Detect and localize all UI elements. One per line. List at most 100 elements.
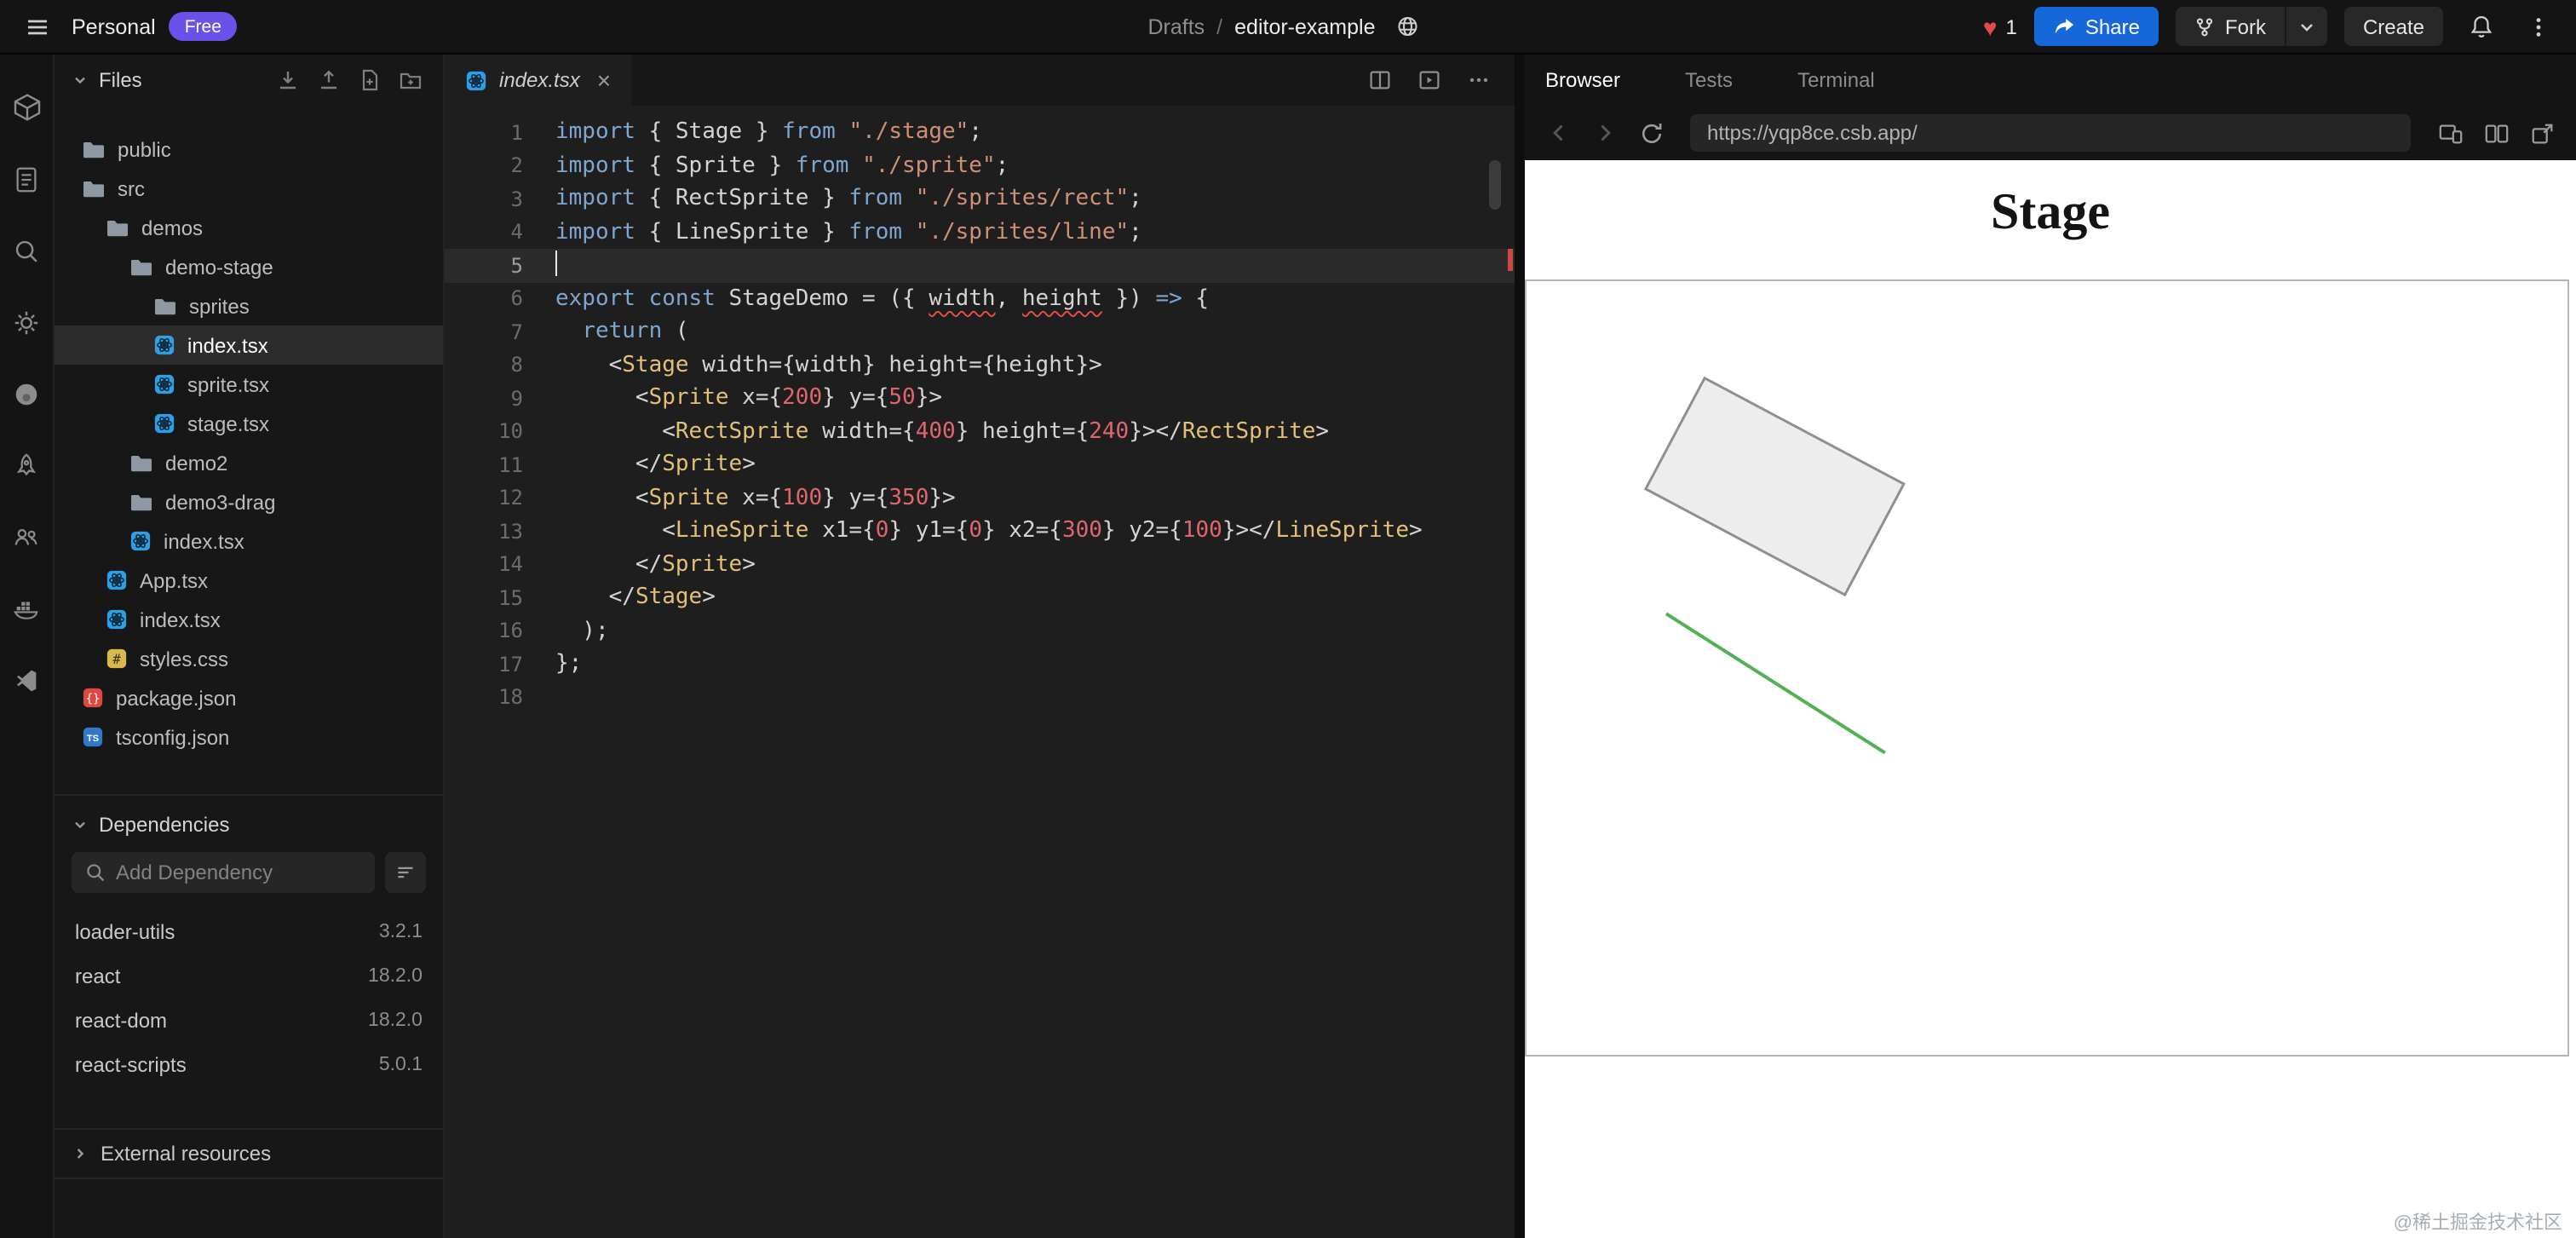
new-folder-icon[interactable]: [395, 65, 426, 95]
code-line[interactable]: 2 import { Sprite } from "./sprite";: [445, 149, 1515, 182]
code-line[interactable]: 9 <Sprite x={200} y={50}>: [445, 382, 1515, 415]
tree-file[interactable]: index.tsx: [55, 600, 443, 639]
code-line[interactable]: 3 import { RectSprite } from "./sprites/r…: [445, 182, 1515, 216]
split-editor-icon[interactable]: [1368, 68, 1392, 92]
tab-browser[interactable]: Browser: [1545, 68, 1620, 92]
download-icon[interactable]: [273, 65, 303, 95]
file-name: src: [118, 176, 145, 200]
codesandbox-logo-icon[interactable]: [0, 72, 54, 143]
code-line[interactable]: 8 <Stage width={width} height={height}>: [445, 348, 1515, 382]
code-line[interactable]: 11 </Sprite>: [445, 448, 1515, 481]
vscode-icon[interactable]: [0, 644, 54, 716]
code-area[interactable]: 1 import { Stage } from "./stage"; 2 import…: [445, 106, 1515, 714]
collaborators-icon[interactable]: [0, 501, 54, 573]
code-line[interactable]: 7 return (: [445, 315, 1515, 348]
code-line[interactable]: 16 );: [445, 614, 1515, 648]
chevron-down-icon[interactable]: [72, 815, 89, 832]
stage-canvas[interactable]: [1525, 279, 2569, 1057]
dependency-row[interactable]: react-dom 18.2.0: [55, 999, 443, 1043]
forward-icon[interactable]: [1588, 116, 1622, 150]
tree-folder[interactable]: public: [55, 130, 443, 169]
file-name: index.tsx: [164, 529, 244, 553]
tree-folder[interactable]: sprites: [55, 286, 443, 325]
code-line[interactable]: 17};: [445, 648, 1515, 681]
files-header: Files: [99, 68, 142, 92]
add-dependency-field[interactable]: [116, 861, 361, 884]
line-number: 6: [510, 286, 523, 311]
back-icon[interactable]: [1542, 116, 1576, 150]
code-line[interactable]: 4 import { LineSprite } from "./sprites/l…: [445, 216, 1515, 249]
sandbox-title[interactable]: editor-example: [1234, 14, 1375, 38]
tree-file[interactable]: index.tsx: [55, 325, 443, 365]
error-marker: [1507, 249, 1513, 271]
responsive-icon[interactable]: [2433, 116, 2467, 150]
docker-icon[interactable]: [0, 573, 54, 644]
tree-file[interactable]: TS tsconfig.json: [55, 717, 443, 757]
code-line[interactable]: 12 <Sprite x={100} y={350}>: [445, 481, 1515, 515]
text-cursor: [555, 250, 558, 277]
search-icon[interactable]: [0, 215, 54, 286]
code-line[interactable]: 6 export const StageDemo = ({ width, heig…: [445, 282, 1515, 315]
code-line[interactable]: 1 import { Stage } from "./stage";: [445, 116, 1515, 149]
create-button[interactable]: Create: [2343, 7, 2443, 46]
visibility-globe-icon[interactable]: [1388, 6, 1429, 47]
dependency-options-button[interactable]: [385, 852, 426, 893]
tree-file[interactable]: stage.tsx: [55, 404, 443, 443]
tree-folder[interactable]: demo-stage: [55, 247, 443, 286]
code-line[interactable]: 13 <LineSprite x1={0} y1={0} x2={300} y2…: [445, 515, 1515, 548]
close-tab-icon[interactable]: ×: [597, 68, 611, 92]
new-file-icon[interactable]: [354, 65, 385, 95]
share-button[interactable]: Share: [2033, 7, 2159, 46]
upload-icon[interactable]: [313, 65, 344, 95]
settings-icon[interactable]: [0, 286, 54, 358]
panel-resize-handle[interactable]: [1515, 55, 1525, 1238]
dependency-row[interactable]: react 18.2.0: [55, 954, 443, 999]
menu-icon[interactable]: [17, 6, 58, 47]
file-name: sprite.tsx: [187, 372, 270, 396]
line-number: 18: [498, 685, 523, 710]
tree-file[interactable]: sprite.tsx: [55, 365, 443, 404]
breadcrumb-folder[interactable]: Drafts: [1147, 14, 1205, 38]
dependency-row[interactable]: react-scripts 5.0.1: [55, 1043, 443, 1087]
tree-folder[interactable]: demo2: [55, 443, 443, 482]
open-preview-icon[interactable]: [1417, 68, 1441, 92]
notifications-bell-icon[interactable]: [2460, 6, 2501, 47]
editor-tab[interactable]: index.tsx ×: [445, 55, 632, 106]
app-window: Personal Free Drafts / editor-example ♥ …: [0, 0, 2576, 1238]
tree-file[interactable]: App.tsx: [55, 561, 443, 600]
split-view-icon[interactable]: [2479, 116, 2513, 150]
more-options-icon[interactable]: [2518, 6, 2559, 47]
line-number: 3: [510, 187, 523, 211]
external-resources-section[interactable]: External resources: [55, 1128, 443, 1179]
line-number: 17: [498, 652, 523, 677]
fork-menu-button[interactable]: [2286, 7, 2327, 46]
tree-file[interactable]: index.tsx: [55, 521, 443, 561]
github-icon[interactable]: [0, 358, 54, 429]
tree-folder[interactable]: src: [55, 169, 443, 208]
tree-folder[interactable]: demo3-drag: [55, 482, 443, 521]
tree-file[interactable]: {} package.json: [55, 678, 443, 717]
tree-folder[interactable]: demos: [55, 208, 443, 247]
dependency-row[interactable]: loader-utils 3.2.1: [55, 910, 443, 954]
code-line[interactable]: 10 <RectSprite width={400} height={240}>…: [445, 415, 1515, 448]
url-bar[interactable]: https://yqp8ce.csb.app/: [1690, 114, 2411, 152]
refresh-icon[interactable]: [1634, 116, 1668, 150]
tab-terminal[interactable]: Terminal: [1797, 68, 1875, 92]
code-line[interactable]: 14 </Sprite>: [445, 548, 1515, 581]
code-line[interactable]: 5: [445, 249, 1515, 282]
add-dependency-input[interactable]: [72, 852, 375, 893]
tab-tests[interactable]: Tests: [1685, 68, 1733, 92]
templates-icon[interactable]: [0, 143, 54, 215]
code-line[interactable]: 18: [445, 681, 1515, 714]
open-new-window-icon[interactable]: [2525, 116, 2559, 150]
fork-button[interactable]: Fork: [2175, 7, 2286, 46]
deployments-icon[interactable]: [0, 429, 54, 501]
workspace-name[interactable]: Personal: [72, 14, 156, 38]
tree-file[interactable]: # styles.css: [55, 639, 443, 678]
chevron-down-icon[interactable]: [72, 72, 89, 89]
code-line[interactable]: 15 </Stage>: [445, 581, 1515, 614]
editor-more-icon[interactable]: [1467, 68, 1491, 92]
line-number: 12: [498, 486, 523, 510]
likes-button[interactable]: ♥ 1: [1983, 14, 2017, 38]
editor-scrollbar[interactable]: [1489, 160, 1501, 210]
